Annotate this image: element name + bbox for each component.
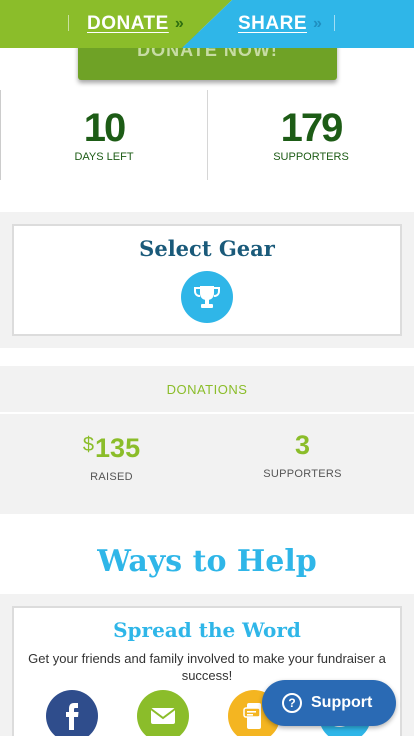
spread-the-word-text: Get your friends and family involved to … bbox=[28, 651, 386, 683]
days-left-stat: 10 DAYS LEFT bbox=[0, 90, 207, 180]
select-gear-title: Select Gear bbox=[139, 236, 275, 261]
supporters-value: 179 bbox=[280, 106, 344, 150]
supporters-label: SUPPORTERS bbox=[273, 151, 349, 163]
select-gear-card[interactable]: Select Gear bbox=[12, 224, 402, 336]
facebook-icon[interactable] bbox=[46, 690, 98, 736]
days-left-label: DAYS LEFT bbox=[74, 151, 134, 163]
trophy-icon[interactable] bbox=[181, 271, 233, 323]
raised-amount: $135 bbox=[8, 430, 215, 463]
raised-label: RAISED bbox=[90, 471, 133, 483]
donation-supporters-value: 3 bbox=[294, 430, 311, 460]
question-icon: ? bbox=[282, 693, 302, 713]
support-label: Support bbox=[311, 694, 373, 711]
share-label: SHARE bbox=[238, 13, 308, 34]
currency-symbol: $ bbox=[82, 434, 95, 456]
donate-button[interactable]: DONATE » bbox=[87, 10, 184, 38]
gear-section: Select Gear bbox=[0, 212, 414, 348]
donations-section: DONATIONS $135 RAISED 3 SUPPORTERS bbox=[0, 366, 414, 514]
fundraiser-page: DONATE » SHARE » DONATE NOW! 10 DAYS LEF… bbox=[0, 0, 414, 736]
email-icon[interactable] bbox=[137, 690, 189, 736]
trophy-icon-graphic bbox=[194, 286, 220, 308]
share-arrow-icon: » bbox=[313, 15, 323, 32]
ways-to-help-title: Ways to Help bbox=[97, 544, 317, 579]
donation-supporters-stat: 3 SUPPORTERS bbox=[199, 430, 406, 480]
donations-heading: DONATIONS bbox=[0, 366, 414, 414]
raised-value: 135 bbox=[95, 433, 141, 463]
days-left-value: 10 bbox=[83, 106, 127, 150]
facebook-icon-graphic bbox=[66, 703, 79, 730]
share-divider-right bbox=[334, 15, 335, 31]
top-bar-background bbox=[0, 0, 414, 48]
support-button[interactable]: ? Support bbox=[262, 680, 396, 726]
share-button[interactable]: SHARE » bbox=[238, 10, 322, 38]
donate-divider-left bbox=[68, 15, 69, 31]
email-icon-graphic bbox=[150, 708, 176, 724]
campaign-stats: 10 DAYS LEFT 179 SUPPORTERS bbox=[0, 90, 414, 180]
raised-stat: $135 RAISED bbox=[8, 430, 215, 483]
donate-label: DONATE bbox=[87, 13, 169, 34]
top-action-bar: DONATE » SHARE » bbox=[0, 0, 414, 48]
donation-supporters-label: SUPPORTERS bbox=[263, 468, 342, 480]
donate-arrow-icon: » bbox=[174, 15, 185, 32]
spread-the-word-title: Spread the Word bbox=[113, 618, 301, 642]
supporters-stat: 179 SUPPORTERS bbox=[207, 90, 414, 180]
